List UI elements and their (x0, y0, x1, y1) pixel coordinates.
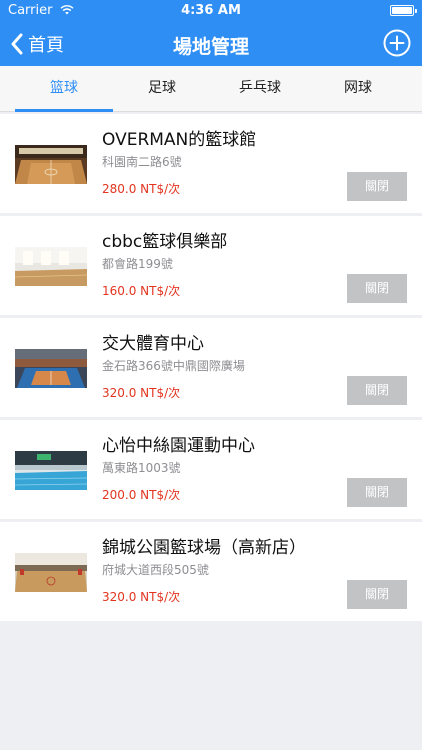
category-tabs: 篮球 足球 乒乓球 网球 (0, 66, 422, 112)
indoor-hall-photo-icon (15, 247, 87, 286)
tab-tennis[interactable]: 网球 (310, 66, 406, 112)
tab-table-tennis[interactable]: 乒乓球 (212, 66, 308, 112)
venue-address: 都會路199號 (102, 257, 173, 271)
tab-indicator (15, 109, 113, 112)
venue-name: 交大體育中心 (102, 334, 204, 354)
close-venue-button[interactable]: 關閉 (347, 580, 407, 609)
status-bar: Carrier 4:36 AM (0, 0, 422, 22)
venue-name: OVERMAN的籃球館 (102, 130, 257, 150)
status-time: 4:36 AM (181, 3, 241, 18)
basketball-court-photo-icon (15, 145, 87, 184)
venue-card[interactable]: OVERMAN的籃球館 科園南二路6號 280.0 NT$/次 關閉 (0, 114, 422, 213)
add-venue-button[interactable] (382, 28, 412, 58)
venue-card[interactable]: 錦城公園籃球場（高新店） 府城大道西段505號 320.0 NT$/次 關閉 (0, 522, 422, 621)
venue-name: 錦城公園籃球場（高新店） (102, 538, 306, 558)
battery-icon (390, 5, 417, 16)
swimming-pool-photo-icon (15, 451, 87, 490)
tab-basketball[interactable]: 篮球 (16, 66, 112, 112)
navigation-bar: 首頁 場地管理 (0, 22, 422, 66)
venue-card[interactable]: 交大體育中心 金石路366號中鼎國際廣場 320.0 NT$/次 關閉 (0, 318, 422, 417)
venue-price: 320.0 NT$/次 (102, 386, 181, 400)
venue-card[interactable]: cbbc籃球俱樂部 都會路199號 160.0 NT$/次 關閉 (0, 216, 422, 315)
chevron-left-icon (11, 33, 23, 55)
back-label: 首頁 (28, 35, 64, 56)
venue-price: 200.0 NT$/次 (102, 488, 181, 502)
nav-header: Carrier 4:36 AM 首頁 場地管理 (0, 0, 422, 66)
venue-price: 160.0 NT$/次 (102, 284, 181, 298)
venue-address: 科園南二路6號 (102, 155, 182, 169)
venue-address: 金石路366號中鼎國際廣場 (102, 359, 245, 373)
arena-photo-icon (15, 553, 87, 592)
venue-price: 320.0 NT$/次 (102, 590, 181, 604)
close-venue-button[interactable]: 關閉 (347, 172, 407, 201)
venue-name: cbbc籃球俱樂部 (102, 232, 228, 252)
back-button[interactable]: 首頁 (10, 29, 64, 59)
venue-address: 府城大道西段505號 (102, 563, 209, 577)
venue-price: 280.0 NT$/次 (102, 182, 181, 196)
close-venue-button[interactable]: 關閉 (347, 478, 407, 507)
close-venue-button[interactable]: 關閉 (347, 376, 407, 405)
sports-center-photo-icon (15, 349, 87, 388)
venue-card[interactable]: 心怡中絲園運動中心 萬東路1003號 200.0 NT$/次 關閉 (0, 420, 422, 519)
venue-address: 萬東路1003號 (102, 461, 181, 475)
close-venue-button[interactable]: 關閉 (347, 274, 407, 303)
venue-name: 心怡中絲園運動中心 (102, 436, 255, 456)
tab-football[interactable]: 足球 (114, 66, 210, 112)
